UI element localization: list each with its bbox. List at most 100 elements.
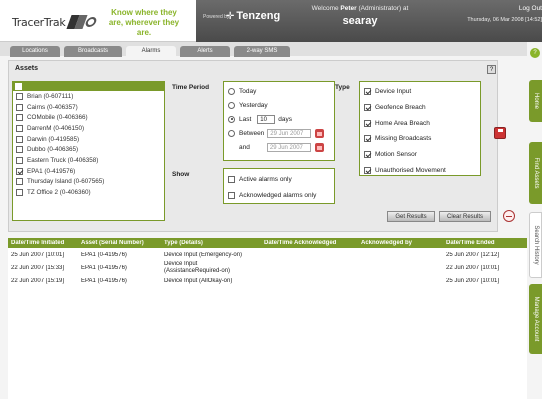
type-checkbox[interactable]: [364, 104, 371, 112]
type-item[interactable]: Device Input: [360, 84, 480, 100]
save-icon[interactable]: [494, 127, 506, 139]
show-acknowledged[interactable]: Acknowledged alarms only: [224, 187, 334, 203]
asset-item[interactable]: DarrenM (0-406150): [13, 123, 164, 134]
asset-item[interactable]: EPA1 (0-419576): [13, 166, 164, 177]
period-yesterday[interactable]: Yesterday: [224, 98, 334, 112]
date-to-input[interactable]: 29 Jun 2007: [266, 142, 311, 152]
col-asset[interactable]: Asset (Serial Number): [78, 240, 161, 246]
asset-item[interactable]: COMobile (0-406366): [13, 112, 164, 123]
side-tab-find-assets[interactable]: Find Assets: [529, 142, 542, 204]
assets-title: Assets: [15, 65, 38, 72]
cell-asset: EPA1 (0-419576): [81, 265, 127, 271]
asset-label: Brian (0-607111): [27, 92, 74, 100]
tab-locations[interactable]: Locations: [10, 46, 60, 57]
time-period-label: Time Period: [172, 84, 210, 91]
period-last[interactable]: Last 10 days: [224, 112, 334, 126]
user-role: (Administrator) at: [358, 5, 409, 12]
type-box: Device Input Geofence Breach Home Area B…: [359, 81, 481, 176]
help-icon[interactable]: ?: [487, 65, 496, 74]
type-checkbox[interactable]: [364, 88, 371, 96]
type-item[interactable]: Motion Sensor: [360, 147, 480, 163]
type-item[interactable]: Unauthorised Movement: [360, 162, 480, 178]
asset-checkbox[interactable]: [16, 135, 23, 143]
asset-checkbox[interactable]: [16, 114, 23, 122]
asset-item[interactable]: Brian (0-607111): [13, 91, 164, 102]
welcome-prefix: Welcome: [311, 5, 339, 12]
tab-alarms[interactable]: Alarms: [126, 46, 176, 57]
get-results-button[interactable]: Get Results: [387, 211, 435, 222]
period-between[interactable]: Between 29 Jun 2007: [224, 126, 334, 140]
type-item-label: Geofence Breach: [375, 104, 426, 112]
period-and: and 29 Jun 2007: [224, 140, 334, 154]
side-tab-search-history[interactable]: Search History: [529, 212, 542, 278]
type-item-label: Missing Broadcasts: [375, 135, 432, 143]
side-tab-label: Find Assets: [532, 157, 539, 189]
select-all-checkbox[interactable]: [15, 83, 22, 90]
asset-checkbox[interactable]: [16, 189, 23, 197]
acknowledged-only-checkbox[interactable]: [228, 191, 235, 199]
calendar-icon[interactable]: [314, 142, 324, 152]
type-checkbox[interactable]: [364, 151, 371, 159]
asset-label: Darwin (0-419585): [27, 135, 80, 143]
asset-checkbox[interactable]: [16, 167, 23, 175]
yesterday-label: Yesterday: [239, 101, 268, 109]
logout-link[interactable]: Log Out: [502, 5, 542, 12]
asset-checkbox[interactable]: [16, 124, 23, 132]
type-item[interactable]: Geofence Breach: [360, 100, 480, 116]
asset-item[interactable]: Eastern Truck (0-406358): [13, 155, 164, 166]
clear-results-button[interactable]: Clear Results: [439, 211, 491, 222]
col-type[interactable]: Type (Details): [161, 240, 261, 246]
period-today[interactable]: Today: [224, 84, 334, 98]
calendar-icon[interactable]: [315, 128, 325, 138]
type-item[interactable]: Missing Broadcasts: [360, 131, 480, 147]
col-acknowledged[interactable]: Date/Time Acknowledged: [261, 240, 358, 246]
asset-item[interactable]: Cairns (0-406357): [13, 102, 164, 113]
asset-item[interactable]: Darwin (0-419585): [13, 134, 164, 145]
question-icon[interactable]: ?: [530, 48, 540, 58]
asset-checkbox[interactable]: [16, 156, 23, 164]
slogan: Know where they are, wherever they are.: [108, 8, 180, 37]
side-tab-label: Manage Account: [532, 296, 539, 342]
clear-icon[interactable]: [503, 210, 515, 222]
type-item[interactable]: Home Area Breach: [360, 115, 480, 131]
asset-item[interactable]: Dubbo (0-406365): [13, 144, 164, 155]
last-days-input[interactable]: 10: [257, 114, 276, 124]
table-row[interactable]: 22 Jun 2007 [15:19] EPA1 (0-419576) Devi…: [8, 276, 527, 286]
asset-checkbox[interactable]: [16, 178, 23, 186]
asset-label: TZ Office 2 (0-406360): [27, 189, 91, 197]
side-tab-label: Search History: [532, 225, 539, 265]
brand-cross-icon: ✛: [226, 10, 235, 22]
cell-asset: EPA1 (0-419576): [81, 278, 127, 284]
table-row[interactable]: 22 Jun 2007 [15:33] EPA1 (0-419576) Devi…: [8, 260, 527, 276]
asset-checkbox[interactable]: [16, 103, 23, 111]
table-row[interactable]: 25 Jun 2007 [10:01] EPA1 (0-419576) Devi…: [8, 250, 527, 260]
type-checkbox[interactable]: [364, 119, 371, 127]
asset-item[interactable]: Thursday Island (0-607565): [13, 177, 164, 188]
last-radio[interactable]: [228, 115, 235, 123]
side-tab-home[interactable]: Home: [529, 80, 542, 122]
active-only-checkbox[interactable]: [228, 175, 235, 183]
date-from-input[interactable]: 29 Jun 2007: [267, 128, 312, 138]
asset-checkbox[interactable]: [16, 92, 23, 100]
col-initiated[interactable]: Date/Time Initiated: [8, 240, 78, 246]
yesterday-radio[interactable]: [228, 101, 235, 109]
between-radio[interactable]: [228, 129, 235, 137]
asset-label: Eastern Truck (0-406358): [27, 156, 99, 164]
side-tab-manage-account[interactable]: Manage Account: [529, 284, 542, 354]
results-table: Date/Time Initiated Asset (Serial Number…: [8, 238, 527, 399]
tab-alerts[interactable]: Alerts: [180, 46, 230, 57]
today-radio[interactable]: [228, 87, 235, 95]
col-ended[interactable]: Date/Time Ended: [443, 240, 527, 246]
asset-checkbox[interactable]: [16, 146, 23, 154]
show-active[interactable]: Active alarms only: [224, 171, 334, 187]
cell-type: Device Input (Emergency-on): [164, 252, 243, 258]
main-tabs: Locations Broadcasts Alarms Alerts 2-way…: [0, 42, 542, 57]
cell-initiated: 25 Jun 2007 [10:01]: [11, 252, 65, 258]
type-checkbox[interactable]: [364, 166, 371, 174]
and-label: and: [239, 143, 250, 151]
tab-broadcasts[interactable]: Broadcasts: [64, 46, 122, 57]
type-checkbox[interactable]: [364, 135, 371, 143]
asset-item[interactable]: TZ Office 2 (0-406360): [13, 187, 164, 198]
tab-2way-sms[interactable]: 2-way SMS: [234, 46, 290, 57]
col-acknowledged-by[interactable]: Acknowledged by: [358, 240, 443, 246]
